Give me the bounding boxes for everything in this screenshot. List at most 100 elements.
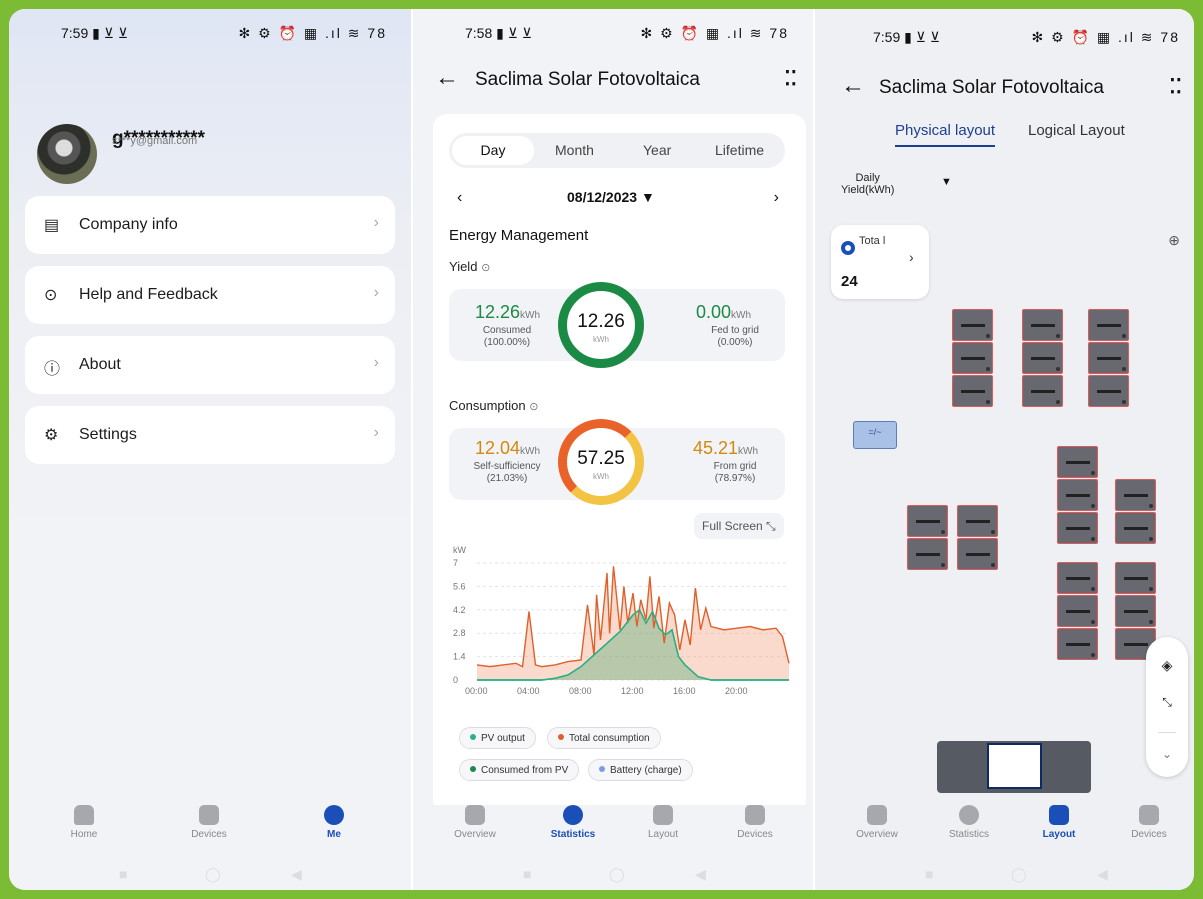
recents-icon[interactable]: ■ — [119, 866, 127, 882]
compass-icon[interactable]: ⊕ — [1168, 232, 1180, 249]
solar-panel[interactable] — [952, 342, 993, 374]
solar-panel[interactable] — [1022, 309, 1063, 341]
tab-month[interactable]: Month — [555, 142, 594, 158]
chevron-right-icon: › — [373, 214, 379, 231]
chevron-right-icon: › — [373, 284, 379, 301]
back-triangle-icon[interactable]: ◀ — [695, 866, 706, 883]
back-arrow-icon[interactable]: ← — [435, 64, 459, 92]
recents-icon[interactable]: ■ — [523, 866, 531, 882]
screenshot-frame: 7:59 ▮ ⊻ ⊻ ✻ ⚙ ⏰ ▦ .ıl ≋ 78 g***********… — [9, 9, 1194, 890]
back-arrow-icon[interactable]: ← — [841, 72, 865, 100]
solar-panel[interactable] — [1115, 479, 1156, 511]
energy-management-title: Energy Management — [449, 227, 589, 244]
solar-panel[interactable] — [1057, 628, 1098, 660]
metric-selector[interactable]: Daily Yield(kWh) — [841, 172, 894, 196]
layout-screen: 7:59 ▮ ⊻ ⊻ ✻ ⚙ ⏰ ▦ .ıl ≋ 78 ← Saclima So… — [815, 9, 1194, 890]
chevron-down-icon[interactable]: ⌄ — [1146, 747, 1188, 761]
solar-panel[interactable] — [1088, 309, 1129, 341]
layers-icon[interactable]: ◈ — [1146, 657, 1188, 674]
nav-layout-label: Layout — [647, 829, 679, 840]
tab-logical-layout[interactable]: Logical Layout — [1028, 122, 1125, 139]
y-tick-label: 2.8 — [453, 628, 466, 638]
menu-help-feedback-label: Help and Feedback — [79, 286, 218, 303]
legend-consumed-from-pv[interactable]: Consumed from PV — [459, 759, 580, 781]
solar-panel[interactable] — [1057, 562, 1098, 594]
page-title: Saclima Solar Fotovoltaica — [475, 69, 700, 90]
solar-panel[interactable] — [907, 538, 948, 570]
nav-devices[interactable]: Devices — [715, 805, 795, 840]
solar-panel[interactable] — [1057, 512, 1098, 544]
solar-panel[interactable] — [1088, 342, 1129, 374]
nav-home[interactable]: Home — [44, 805, 124, 840]
yield-label: Yield ⊙ — [449, 259, 491, 274]
nav-me-label: Me — [327, 829, 341, 840]
solar-panel[interactable] — [1057, 479, 1098, 511]
nav-me[interactable]: Me — [294, 805, 374, 840]
solar-panel[interactable] — [1115, 595, 1156, 627]
solar-panel[interactable] — [1022, 375, 1063, 407]
system-nav: ■ ◯ ◀ — [9, 866, 411, 886]
solar-panel[interactable] — [1022, 342, 1063, 374]
back-triangle-icon[interactable]: ◀ — [291, 866, 302, 883]
date-value[interactable]: 08/12/2023 ▼ — [567, 189, 655, 205]
menu-company-info[interactable]: ▤ Company info › — [25, 196, 395, 254]
solar-panel[interactable] — [1115, 562, 1156, 594]
legend-total-consumption[interactable]: Total consumption — [547, 727, 661, 749]
avatar[interactable] — [37, 124, 97, 184]
solar-panel[interactable] — [952, 309, 993, 341]
solar-panel[interactable] — [1115, 512, 1156, 544]
map-controls: ◈ ⤡ ⌄ — [1146, 637, 1188, 777]
home-icon — [74, 805, 94, 825]
full-screen-button[interactable]: Full Screen ⤡ — [694, 513, 784, 539]
tab-day[interactable]: Day — [452, 136, 534, 165]
help-icon[interactable]: ⊙ — [529, 401, 538, 413]
menu-settings[interactable]: ⚙ Settings › — [25, 406, 395, 464]
nav-layout[interactable]: Layout — [1019, 805, 1099, 840]
status-icons: ✻ ⚙ ⏰ ▦ .ıl ≋ 78 — [238, 25, 387, 41]
menu-help-feedback[interactable]: ⊙ Help and Feedback › — [25, 266, 395, 324]
yield-consumed-caption: Consumed (100.00%) — [482, 325, 532, 348]
nav-layout[interactable]: Layout — [623, 805, 703, 840]
legend-pv-output[interactable]: PV output — [459, 727, 536, 749]
solar-panel[interactable] — [952, 375, 993, 407]
home-circle-icon[interactable]: ◯ — [205, 866, 221, 883]
home-circle-icon[interactable]: ◯ — [1011, 866, 1027, 883]
more-icon[interactable]: ⁚⁚ — [784, 66, 797, 91]
tab-physical-layout[interactable]: Physical layout — [895, 122, 996, 147]
legend-battery-charge[interactable]: Battery (charge) — [588, 759, 693, 781]
solar-panel[interactable] — [907, 505, 948, 537]
layout-icon — [653, 805, 673, 825]
more-icon[interactable]: ⁚⁚ — [1169, 74, 1182, 99]
help-icon[interactable]: ⊙ — [481, 262, 490, 274]
nav-statistics[interactable]: Statistics — [533, 805, 613, 840]
nav-statistics[interactable]: Statistics — [929, 805, 1009, 840]
collapse-icon[interactable]: ⤡ — [1146, 695, 1188, 710]
home-circle-icon[interactable]: ◯ — [609, 866, 625, 883]
status-icons: ✻ ⚙ ⏰ ▦ .ıl ≋ 78 — [640, 25, 789, 41]
user-email: s***y@gmail.com — [112, 135, 198, 147]
help-icon: ⊙ — [44, 287, 58, 304]
caret-down-icon[interactable]: ▼ — [941, 176, 952, 188]
chevron-right-icon[interactable]: › — [774, 189, 779, 207]
tab-lifetime[interactable]: Lifetime — [715, 142, 764, 158]
company-icon: ▤ — [44, 217, 60, 234]
nav-overview[interactable]: Overview — [435, 805, 515, 840]
solar-panel[interactable] — [957, 538, 998, 570]
nav-devices[interactable]: Devices — [169, 805, 249, 840]
back-triangle-icon[interactable]: ◀ — [1097, 866, 1108, 883]
menu-about[interactable]: ⓘ About › — [25, 336, 395, 394]
recents-icon[interactable]: ■ — [925, 866, 933, 882]
solar-panel[interactable] — [957, 505, 998, 537]
nav-overview[interactable]: Overview — [837, 805, 917, 840]
inverter-icon[interactable]: =/~ — [853, 421, 897, 449]
tab-year[interactable]: Year — [643, 142, 671, 158]
y-tick-label: 1.4 — [453, 652, 466, 662]
total-card[interactable]: Tota l › 24 — [831, 225, 929, 299]
legend-dot — [599, 766, 605, 772]
solar-panel[interactable] — [1057, 595, 1098, 627]
nav-devices[interactable]: Devices — [1109, 805, 1189, 840]
minimap[interactable] — [937, 741, 1091, 793]
solar-panel[interactable] — [1057, 446, 1098, 478]
chevron-left-icon[interactable]: ‹ — [457, 189, 462, 207]
solar-panel[interactable] — [1088, 375, 1129, 407]
